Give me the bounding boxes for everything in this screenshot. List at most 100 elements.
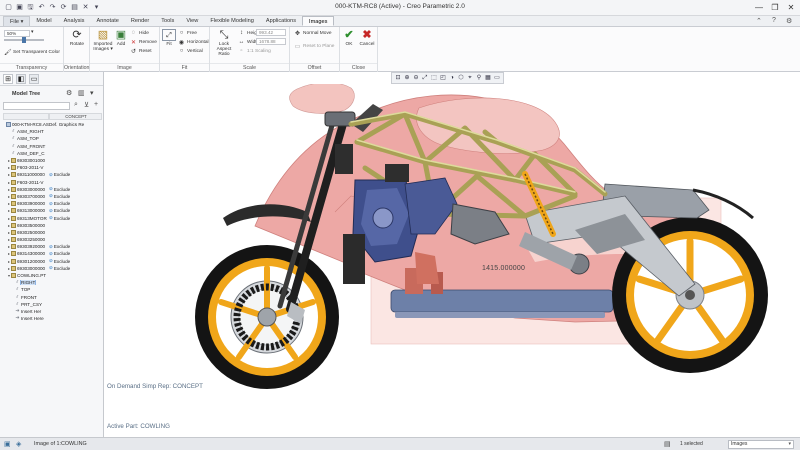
tree-row[interactable]: ▾ COWLING.PT xyxy=(3,272,102,279)
one-to-one-scaling-button[interactable]: ▫ 1:1 Scaling xyxy=(238,48,270,54)
tab-render[interactable]: Render xyxy=(125,16,155,26)
tree-row[interactable]: ▸ 69303920000 ⊘ Exclude xyxy=(3,243,102,250)
help-icon[interactable]: ? xyxy=(772,17,776,24)
tree-row[interactable]: ▸ F603-2011-V xyxy=(3,179,102,186)
tree-search-input[interactable] xyxy=(3,102,70,110)
tree-row[interactable]: ▸ 69314300000 ⊘ Exclude xyxy=(3,250,102,257)
filter-icon[interactable]: ⊻ xyxy=(84,101,89,109)
show-navigator-icon[interactable]: ▣ xyxy=(4,440,11,448)
display-style-icon[interactable]: ◰ xyxy=(439,74,447,82)
part-icon xyxy=(11,208,16,214)
width-input[interactable]: 1678.88 xyxy=(256,38,286,45)
tab-flexible-modeling[interactable]: Flexible Modeling xyxy=(204,16,260,26)
graphics-window[interactable]: ⊡ ⊕ ⊖ ⤢ ⬚ ◰ ◑ ⬡ ⌖ ⚲ ▦ ▭ 1415.000000 On D… xyxy=(105,72,800,437)
tree-row[interactable]: 000-KTM-RC8.AS Def. Graphics Re xyxy=(3,121,102,128)
tree-row[interactable]: ➜ Insert Her xyxy=(3,308,102,315)
perspective-icon[interactable]: ◑ xyxy=(448,74,456,82)
lock-aspect-ratio-button[interactable]: ⤡ Lock Aspect Ratio xyxy=(212,29,236,57)
tree-row[interactable]: ▸ 69303250000 xyxy=(3,236,102,243)
fit-vertical-radio[interactable]: ○ Vertical xyxy=(178,48,203,54)
close-button[interactable]: ✕ xyxy=(784,1,798,14)
layer-tab-icon[interactable]: ◧ xyxy=(16,73,26,84)
tree-row[interactable]: ▸ 69303900000 ⊘ Exclude xyxy=(3,200,102,207)
selection-count[interactable]: 1 selected xyxy=(680,441,703,447)
collapse-ribbon-icon[interactable]: ⌃ xyxy=(756,17,762,25)
minimize-button[interactable]: — xyxy=(752,1,766,14)
tree-item-status: Exclude xyxy=(53,193,71,199)
search-icon[interactable]: ⌕ xyxy=(74,101,78,109)
height-input[interactable]: 993.42 xyxy=(256,29,286,36)
tree-row[interactable]: ▸ 69313000000 ⊘ Exclude xyxy=(3,207,102,214)
show-browser-icon[interactable]: ◈ xyxy=(16,440,21,448)
tree-row[interactable]: ⫽ ASM_DEF_C xyxy=(3,150,102,157)
tree-row[interactable]: ▸ 69303700000 ⊘ Exclude xyxy=(3,193,102,200)
refit-icon[interactable]: ⊡ xyxy=(394,74,402,82)
tree-row[interactable]: ⫽ TOP xyxy=(3,286,102,293)
ok-button[interactable]: ✔ OK xyxy=(342,29,356,47)
add-icon[interactable]: + xyxy=(94,101,98,108)
datum-display-icon[interactable]: ⌖ xyxy=(466,74,474,82)
transparency-dropdown-icon[interactable]: ▾ xyxy=(31,30,33,35)
restore-button[interactable]: ❐ xyxy=(768,1,782,14)
add-image-button[interactable]: ▣ Add xyxy=(114,29,128,47)
column-header-simp-rep[interactable]: CONCEPT xyxy=(49,113,102,120)
saved-views-icon[interactable]: ⬚ xyxy=(430,74,438,82)
tab-model[interactable]: Model xyxy=(30,16,57,26)
tree-row[interactable]: ⫽ ASM_FRONT xyxy=(3,143,102,150)
rotate-button[interactable]: ⟳ Rotate xyxy=(67,29,87,47)
tree-row[interactable]: ▸ 69301200000 ⊘ Exclude xyxy=(3,258,102,265)
fit-free-radio[interactable]: ○ Free xyxy=(178,30,197,36)
view-manager-icon[interactable]: ⬡ xyxy=(457,74,465,82)
reset-to-plane-button[interactable]: ▭ Reset to Plane xyxy=(294,43,335,50)
tab-tools[interactable]: Tools xyxy=(155,16,180,26)
folder-browser-tab-icon[interactable]: ▭ xyxy=(29,73,39,84)
cancel-button[interactable]: ✖ Cancel xyxy=(358,29,376,47)
transparency-field[interactable]: 50% xyxy=(4,30,30,37)
fit-horizontal-radio[interactable]: ◉ Horizontal xyxy=(178,39,209,46)
remove-button[interactable]: ✕ Remove xyxy=(130,39,157,46)
tree-row[interactable]: ▸ 69311000000 ⊘ Exclude xyxy=(3,171,102,178)
tree-item-status: Exclude xyxy=(53,172,71,178)
model-tree-tab-icon[interactable]: ⊞ xyxy=(3,73,13,84)
dimension-label[interactable]: 1415.000000 xyxy=(482,265,525,272)
zoom-in-icon[interactable]: ⊕ xyxy=(403,74,411,82)
tab-applications[interactable]: Applications xyxy=(260,16,302,26)
datum-plane-icon: ⫽ xyxy=(12,136,15,142)
transparency-slider[interactable] xyxy=(4,37,60,43)
hide-button[interactable]: ◌ Hide xyxy=(130,30,149,36)
tab-analysis[interactable]: Analysis xyxy=(58,16,91,26)
tree-row[interactable]: ⫽ ASM_TOP xyxy=(3,135,102,142)
tree-row[interactable]: ▸ 69302500000 xyxy=(3,229,102,236)
tree-row[interactable]: ⫽ ASM_RIGHT xyxy=(3,128,102,135)
tree-row[interactable]: ▸ 69303001000 xyxy=(3,157,102,164)
tab-file[interactable]: File ▾ xyxy=(3,16,31,26)
spin-center-icon[interactable]: ▦ xyxy=(484,74,492,82)
zoom-out-icon[interactable]: ⊖ xyxy=(412,74,420,82)
imported-images-button[interactable]: ▧ Imported Images ▾ xyxy=(92,29,114,52)
annotation-display-icon[interactable]: ⚲ xyxy=(475,74,483,82)
tree-row[interactable]: ⫽ FRONT xyxy=(3,294,102,301)
reset-button[interactable]: ↺ Reset xyxy=(130,48,152,55)
reorient-icon[interactable]: ⤢ xyxy=(421,74,429,82)
tree-row[interactable]: ▸ 69313MOTOR ⊘ Exclude xyxy=(3,214,102,221)
tree-row[interactable]: ▸ 69303000000 ⊘ Exclude xyxy=(3,265,102,272)
tree-row[interactable]: ▸ 69303500000 xyxy=(3,222,102,229)
normal-move-button[interactable]: ✥ Normal Move xyxy=(294,30,332,37)
section-icon[interactable]: ▭ xyxy=(493,74,501,82)
tree-filter-icon[interactable]: ▾ xyxy=(90,89,94,97)
tree-row[interactable]: ➜ Insert Here xyxy=(3,315,102,322)
fit-button[interactable]: ⤢ Fit xyxy=(162,29,176,47)
tab-annotate[interactable]: Annotate xyxy=(90,16,124,26)
tree-row[interactable]: ▸ F603-2011-V xyxy=(3,164,102,171)
set-transparent-color-button[interactable]: 🖌 Set Transparent Color xyxy=(4,49,60,56)
tree-columns-icon[interactable]: ▥ xyxy=(78,89,85,97)
tree-settings-icon[interactable]: ⚙ xyxy=(66,89,72,97)
settings-icon[interactable]: ⚙ xyxy=(786,17,792,25)
tab-images[interactable]: Images xyxy=(302,16,335,26)
tree-row[interactable]: ⫽ RIGHT xyxy=(3,279,102,286)
selection-filter-dropdown[interactable]: Images ▾ xyxy=(728,440,794,449)
tree-row[interactable]: ⫽ PRT_CSY xyxy=(3,301,102,308)
tab-view[interactable]: View xyxy=(180,16,204,26)
column-header-name[interactable] xyxy=(3,113,49,120)
tree-row[interactable]: ▸ 69303000000 ⊘ Exclude xyxy=(3,186,102,193)
